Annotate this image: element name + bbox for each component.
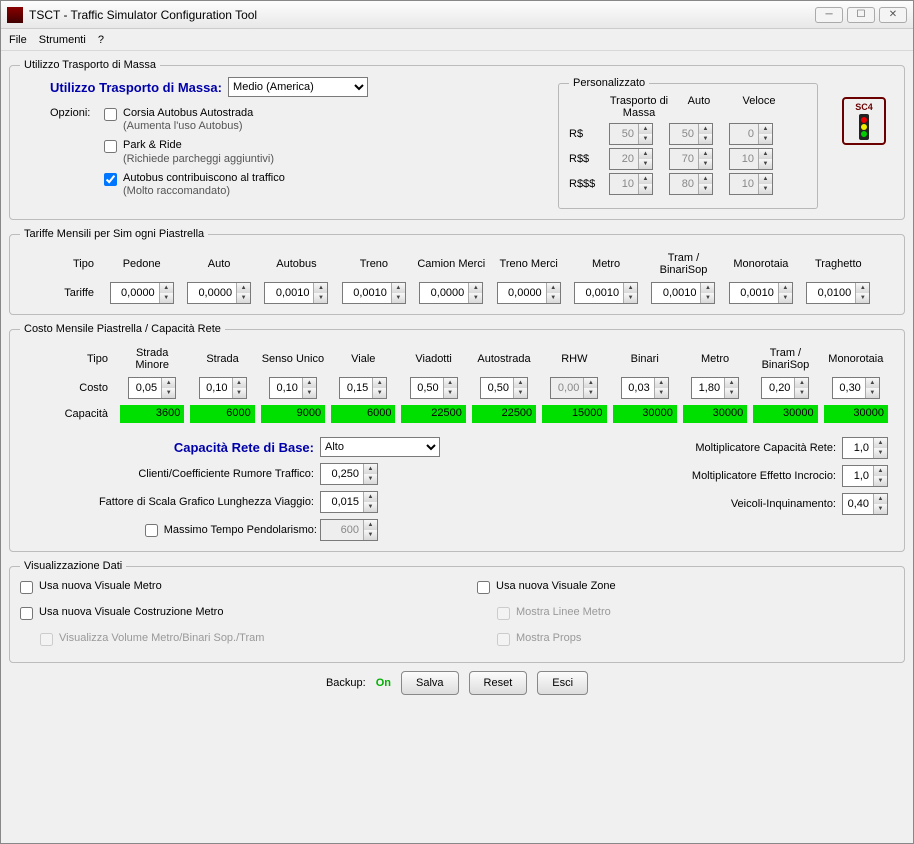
intmul-spin[interactable]: ▲▼ <box>842 465 888 487</box>
spinner[interactable]: ▲▼ <box>729 123 773 145</box>
titlebar: TSCT - Traffic Simulator Configuration T… <box>1 1 913 29</box>
spinner[interactable]: ▲▼ <box>691 377 739 399</box>
spinner[interactable]: ▲▼ <box>550 377 598 399</box>
commute-check[interactable] <box>145 524 158 537</box>
spinner[interactable]: ▲▼ <box>574 282 638 304</box>
capacity-cell: 15000 <box>542 405 606 423</box>
noise-spin[interactable]: ▲▼ <box>320 463 378 485</box>
content: Utilizzo Trasporto di Massa Utilizzo Tra… <box>1 51 913 843</box>
netmul-spin[interactable]: ▲▼ <box>842 437 888 459</box>
spinner[interactable]: ▲▼ <box>761 377 809 399</box>
spinner[interactable]: ▲▼ <box>669 123 713 145</box>
fares-legend: Tariffe Mensili per Sim ogni Piastrella <box>20 228 208 240</box>
options-label: Opzioni: <box>50 105 104 119</box>
sc4-logo: SC4 <box>842 97 886 145</box>
dv-metro-lines <box>497 607 510 620</box>
spinner[interactable]: ▲▼ <box>187 282 251 304</box>
capacity-cell: 9000 <box>261 405 325 423</box>
opt-bus-lane[interactable] <box>104 108 117 121</box>
dv-volume <box>40 633 53 646</box>
spinner[interactable]: ▲▼ <box>419 282 483 304</box>
spinner[interactable]: ▲▼ <box>729 173 773 195</box>
menu-help[interactable]: ? <box>98 34 104 46</box>
mass-heading: Utilizzo Trasporto di Massa: <box>50 80 222 95</box>
app-window: TSCT - Traffic Simulator Configuration T… <box>0 0 914 844</box>
menubar: File Strumenti ? <box>1 29 913 51</box>
costs-legend: Costo Mensile Piastrella / Capacità Rete <box>20 323 225 335</box>
save-button[interactable]: Salva <box>401 671 459 695</box>
capacity-cell: 22500 <box>472 405 536 423</box>
fares-group: Tariffe Mensili per Sim ogni Piastrella … <box>9 228 905 315</box>
spinner[interactable]: ▲▼ <box>806 282 870 304</box>
capacity-cell: 6000 <box>331 405 395 423</box>
spinner[interactable]: ▲▼ <box>729 282 793 304</box>
basecap-select[interactable]: Alto <box>320 437 440 457</box>
spinner[interactable]: ▲▼ <box>269 377 317 399</box>
spinner[interactable]: ▲▼ <box>609 148 653 170</box>
spinner[interactable]: ▲▼ <box>609 123 653 145</box>
minimize-button[interactable]: ─ <box>815 7 843 23</box>
window-title: TSCT - Traffic Simulator Configuration T… <box>29 8 815 22</box>
backup-state: On <box>376 677 391 689</box>
spinner[interactable]: ▲▼ <box>128 377 176 399</box>
footer-row: Backup: On Salva Reset Esci <box>9 671 905 695</box>
menu-file[interactable]: File <box>9 34 27 46</box>
poll-spin[interactable]: ▲▼ <box>842 493 888 515</box>
spinner[interactable]: ▲▼ <box>651 282 715 304</box>
app-icon <box>7 7 23 23</box>
opt-bus-traffic[interactable] <box>104 173 117 186</box>
spinner[interactable]: ▲▼ <box>339 377 387 399</box>
reset-button[interactable]: Reset <box>469 671 528 695</box>
mass-usage-select[interactable]: Medio (America) <box>228 77 368 97</box>
spinner[interactable]: ▲▼ <box>342 282 406 304</box>
mass-transit-group: Utilizzo Trasporto di Massa Utilizzo Tra… <box>9 59 905 220</box>
mass-legend: Utilizzo Trasporto di Massa <box>20 59 160 71</box>
menu-tools[interactable]: Strumenti <box>39 34 86 46</box>
capacity-cell: 30000 <box>683 405 747 423</box>
spinner[interactable]: ▲▼ <box>410 377 458 399</box>
spinner[interactable]: ▲▼ <box>480 377 528 399</box>
spinner[interactable]: ▲▼ <box>609 173 653 195</box>
spinner[interactable]: ▲▼ <box>669 173 713 195</box>
custom-legend: Personalizzato <box>569 77 649 89</box>
spinner[interactable]: ▲▼ <box>497 282 561 304</box>
exit-button[interactable]: Esci <box>537 671 588 695</box>
spinner[interactable]: ▲▼ <box>729 148 773 170</box>
dv-props <box>497 633 510 646</box>
dataviz-group: Visualizzazione Dati Usa nuova Visuale M… <box>9 560 905 663</box>
commute-spin[interactable]: ▲▼ <box>320 519 378 541</box>
custom-group: Personalizzato Trasporto di Massa Auto V… <box>558 77 818 209</box>
costs-group: Costo Mensile Piastrella / Capacità Rete… <box>9 323 905 552</box>
spinner[interactable]: ▲▼ <box>110 282 174 304</box>
scale-spin[interactable]: ▲▼ <box>320 491 378 513</box>
spinner[interactable]: ▲▼ <box>199 377 247 399</box>
capacity-cell: 30000 <box>753 405 817 423</box>
maximize-button[interactable]: ☐ <box>847 7 875 23</box>
dv-zone-view[interactable] <box>477 581 490 594</box>
basecap-label: Capacità Rete di Base: <box>50 440 320 455</box>
spinner[interactable]: ▲▼ <box>832 377 880 399</box>
spinner[interactable]: ▲▼ <box>264 282 328 304</box>
opt-park-ride[interactable] <box>104 140 117 153</box>
spinner[interactable]: ▲▼ <box>621 377 669 399</box>
capacity-cell: 30000 <box>613 405 677 423</box>
capacity-cell: 30000 <box>824 405 888 423</box>
dv-metro-build-view[interactable] <box>20 607 33 620</box>
dv-metro-view[interactable] <box>20 581 33 594</box>
capacity-cell: 3600 <box>120 405 184 423</box>
dataviz-legend: Visualizzazione Dati <box>20 560 126 572</box>
close-button[interactable]: ✕ <box>879 7 907 23</box>
spinner[interactable]: ▲▼ <box>669 148 713 170</box>
capacity-cell: 6000 <box>190 405 254 423</box>
capacity-cell: 22500 <box>401 405 465 423</box>
